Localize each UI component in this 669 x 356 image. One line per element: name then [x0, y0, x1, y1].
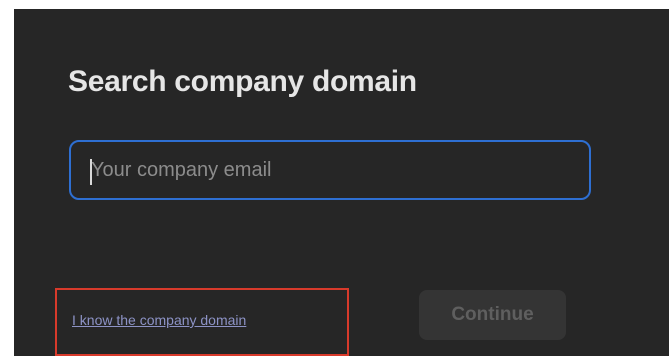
screen: Search company domain I know the company… — [0, 0, 669, 356]
company-email-input[interactable] — [89, 142, 589, 198]
text-caret — [90, 159, 92, 185]
search-domain-dialog: Search company domain I know the company… — [14, 9, 669, 356]
dialog-title: Search company domain — [68, 65, 417, 98]
know-company-domain-link[interactable]: I know the company domain — [72, 312, 246, 328]
continue-button[interactable]: Continue — [419, 290, 566, 340]
email-field[interactable] — [69, 140, 591, 200]
